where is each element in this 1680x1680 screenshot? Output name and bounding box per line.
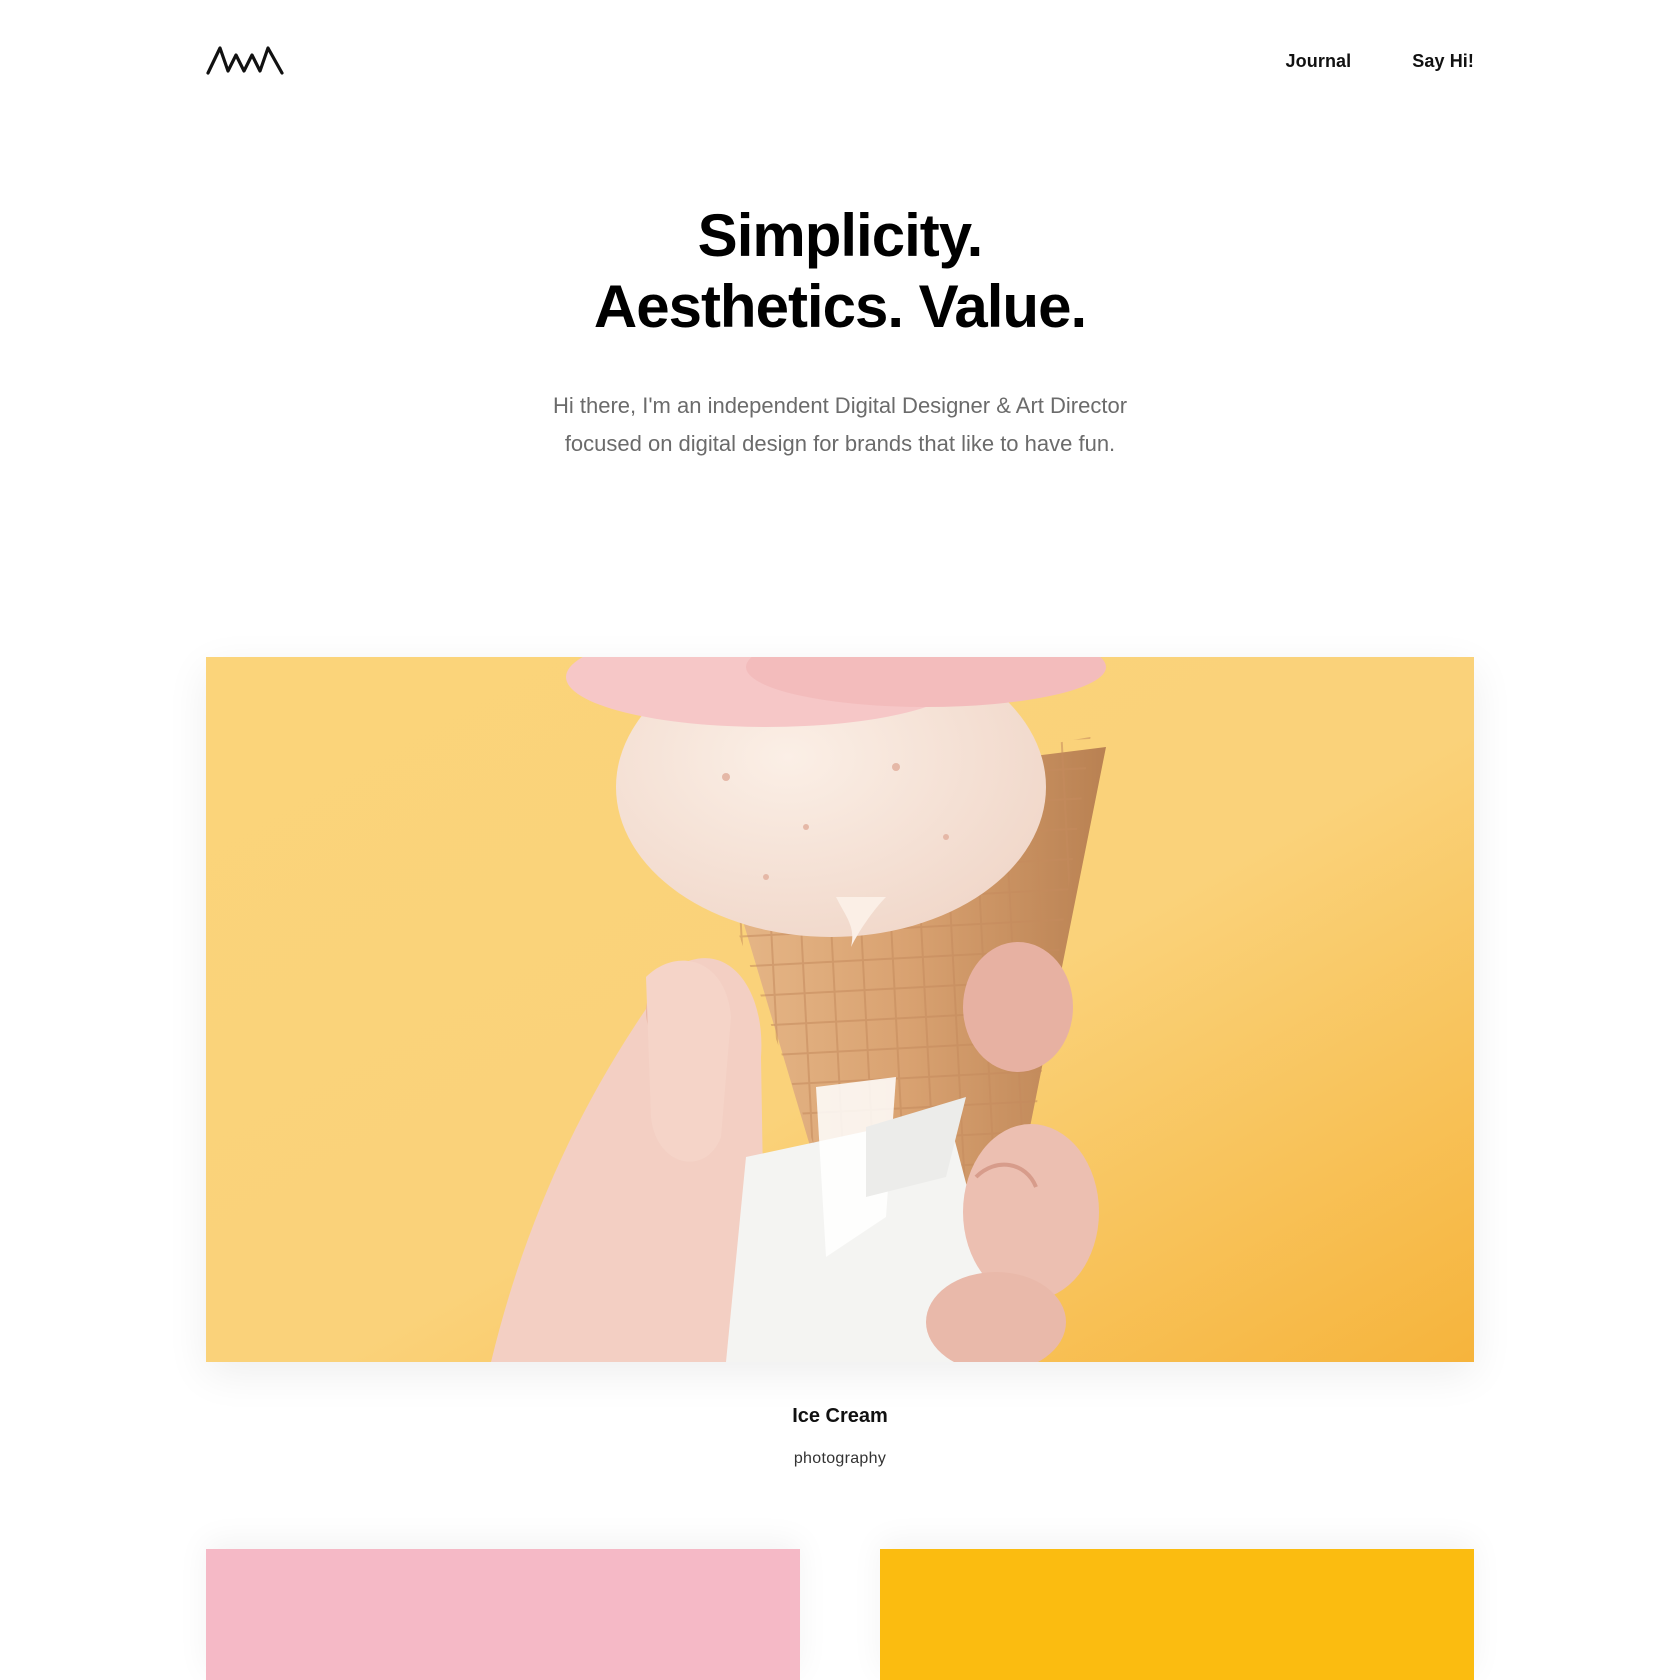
featured-project-category: photography [793,1450,887,1467]
ice-cream-photo [206,657,1474,1362]
hero-title-line-2: Aesthetics. Value. [593,273,1087,340]
hero-title: Simplicity. Aesthetics. Value. [0,200,1680,342]
site-header: Journal Say Hi! [206,40,1474,80]
nav-link-say-hi[interactable]: Say Hi! [1412,51,1474,72]
main-nav: Journal Say Hi! [1286,51,1474,72]
wave-logo-icon [206,46,284,75]
hero-intro: Hi there, I'm an independent Digital Des… [552,393,1128,456]
nav-link-journal[interactable]: Journal [1286,51,1352,72]
featured-project-image[interactable] [206,657,1474,1362]
hero-title-line-1: Simplicity. [697,202,984,269]
project-tile-yellow[interactable] [880,1549,1474,1680]
logo-link[interactable] [206,43,284,77]
featured-project-title[interactable]: Ice Cream [0,1405,1680,1428]
hero-section: Simplicity. Aesthetics. Value. Hi there,… [0,200,1680,463]
project-tile-pink[interactable] [206,1549,800,1680]
